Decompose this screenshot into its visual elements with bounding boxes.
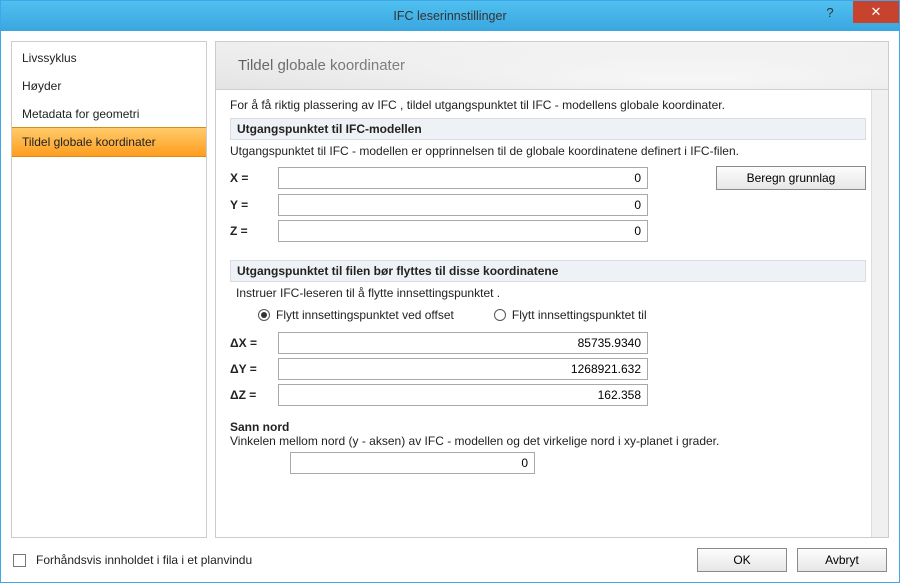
sidebar-item-heights[interactable]: Høyder [12, 72, 206, 100]
window-controls: ? ✕ [807, 1, 899, 23]
section3-header: Sann nord [230, 420, 866, 434]
input-x[interactable] [278, 167, 648, 189]
row-dz: ΔZ = [230, 384, 866, 406]
label-dx: ΔX = [230, 336, 268, 350]
compute-basis-button[interactable]: Beregn grunnlag [716, 166, 866, 190]
label-x: X = [230, 171, 268, 185]
sidebar-item-metadata[interactable]: Metadata for geometri [12, 100, 206, 128]
sidebar-item-coordinates[interactable]: Tildel globale koordinater [12, 127, 206, 157]
label-dz: ΔZ = [230, 388, 268, 402]
dialog-window: IFC leserinnstillinger ? ✕ Livssyklus Hø… [0, 0, 900, 583]
input-dz[interactable] [278, 384, 648, 406]
cancel-button[interactable]: Avbryt [797, 548, 887, 572]
window-title: IFC leserinnstillinger [1, 9, 899, 23]
radio-to-label: Flytt innsettingspunktet til [512, 308, 647, 322]
preview-label: Forhåndsvis innholdet i fila i et planvi… [36, 553, 252, 567]
section2-header: Utgangspunktet til filen bør flyttes til… [230, 260, 866, 282]
row-z: Z = [230, 220, 866, 242]
label-dy: ΔY = [230, 362, 268, 376]
label-z: Z = [230, 224, 268, 238]
content: For å få riktig plassering av IFC , tild… [216, 90, 888, 537]
ok-button[interactable]: OK [697, 548, 787, 572]
input-z[interactable] [278, 220, 648, 242]
row-dy: ΔY = [230, 358, 866, 380]
radio-offset[interactable]: Flytt innsettingspunktet ved offset [258, 308, 454, 322]
radio-offset-label: Flytt innsettingspunktet ved offset [276, 308, 454, 322]
input-dy[interactable] [278, 358, 648, 380]
row-y: Y = [230, 194, 866, 216]
row-dx: ΔX = [230, 332, 866, 354]
titlebar: IFC leserinnstillinger ? ✕ [1, 1, 899, 31]
section2-sub: Instruer IFC-leseren til å flytte innset… [236, 286, 866, 300]
row-angle [290, 452, 866, 474]
radio-to[interactable]: Flytt innsettingspunktet til [494, 308, 647, 322]
radio-group-move: Flytt innsettingspunktet ved offset Flyt… [258, 308, 866, 322]
radio-offset-dot [258, 309, 270, 321]
section1-sub: Utgangspunktet til IFC - modellen er opp… [230, 144, 866, 158]
preview-checkbox[interactable] [13, 554, 26, 567]
help-button[interactable]: ? [807, 1, 853, 23]
panel-header: Tildel globale koordinater [216, 42, 888, 90]
intro-text: For å få riktig plassering av IFC , tild… [230, 98, 866, 112]
label-y: Y = [230, 198, 268, 212]
sidebar: Livssyklus Høyder Metadata for geometri … [11, 41, 207, 538]
input-y[interactable] [278, 194, 648, 216]
radio-to-dot [494, 309, 506, 321]
input-dx[interactable] [278, 332, 648, 354]
main-panel: Tildel globale koordinater For å få rikt… [215, 41, 889, 538]
row-x: X = Beregn grunnlag [230, 166, 866, 190]
panel-title: Tildel globale koordinater [238, 57, 405, 74]
dialog-footer: Forhåndsvis innholdet i fila i et planvi… [1, 538, 899, 582]
dialog-body: Livssyklus Høyder Metadata for geometri … [1, 31, 899, 538]
close-button[interactable]: ✕ [853, 1, 899, 23]
section1-header: Utgangspunktet til IFC-modellen [230, 118, 866, 140]
input-angle[interactable] [290, 452, 535, 474]
section3-sub: Vinkelen mellom nord (y - aksen) av IFC … [230, 434, 866, 448]
sidebar-item-lifecycle[interactable]: Livssyklus [12, 44, 206, 72]
